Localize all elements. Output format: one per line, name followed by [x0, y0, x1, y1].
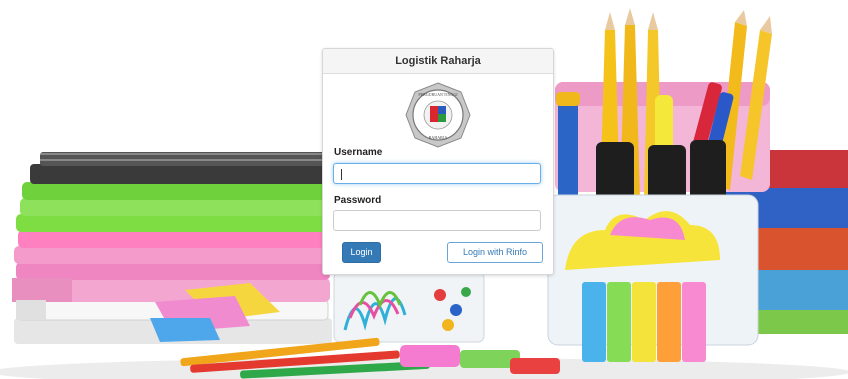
panel-title: Logistik Raharja [323, 49, 553, 74]
username-label: Username [334, 147, 383, 158]
raharja-logo: PERGURUAN TINGGI RAHARJA [405, 82, 471, 148]
login-with-rinfo-button[interactable]: Login with Rinfo [447, 242, 543, 263]
svg-text:RAHARJA: RAHARJA [429, 135, 448, 140]
sticky-note-organizer [547, 194, 759, 362]
username-input[interactable] [333, 163, 541, 184]
login-button[interactable]: Login [342, 242, 381, 263]
paper-clip-cup [333, 271, 485, 343]
svg-text:PERGURUAN TINGGI: PERGURUAN TINGGI [418, 92, 458, 97]
login-panel: Logistik Raharja PERGURUAN TINGGI RAHARJ… [322, 48, 554, 275]
password-input[interactable] [333, 210, 541, 231]
password-label: Password [334, 195, 382, 206]
text-caret [341, 169, 342, 180]
